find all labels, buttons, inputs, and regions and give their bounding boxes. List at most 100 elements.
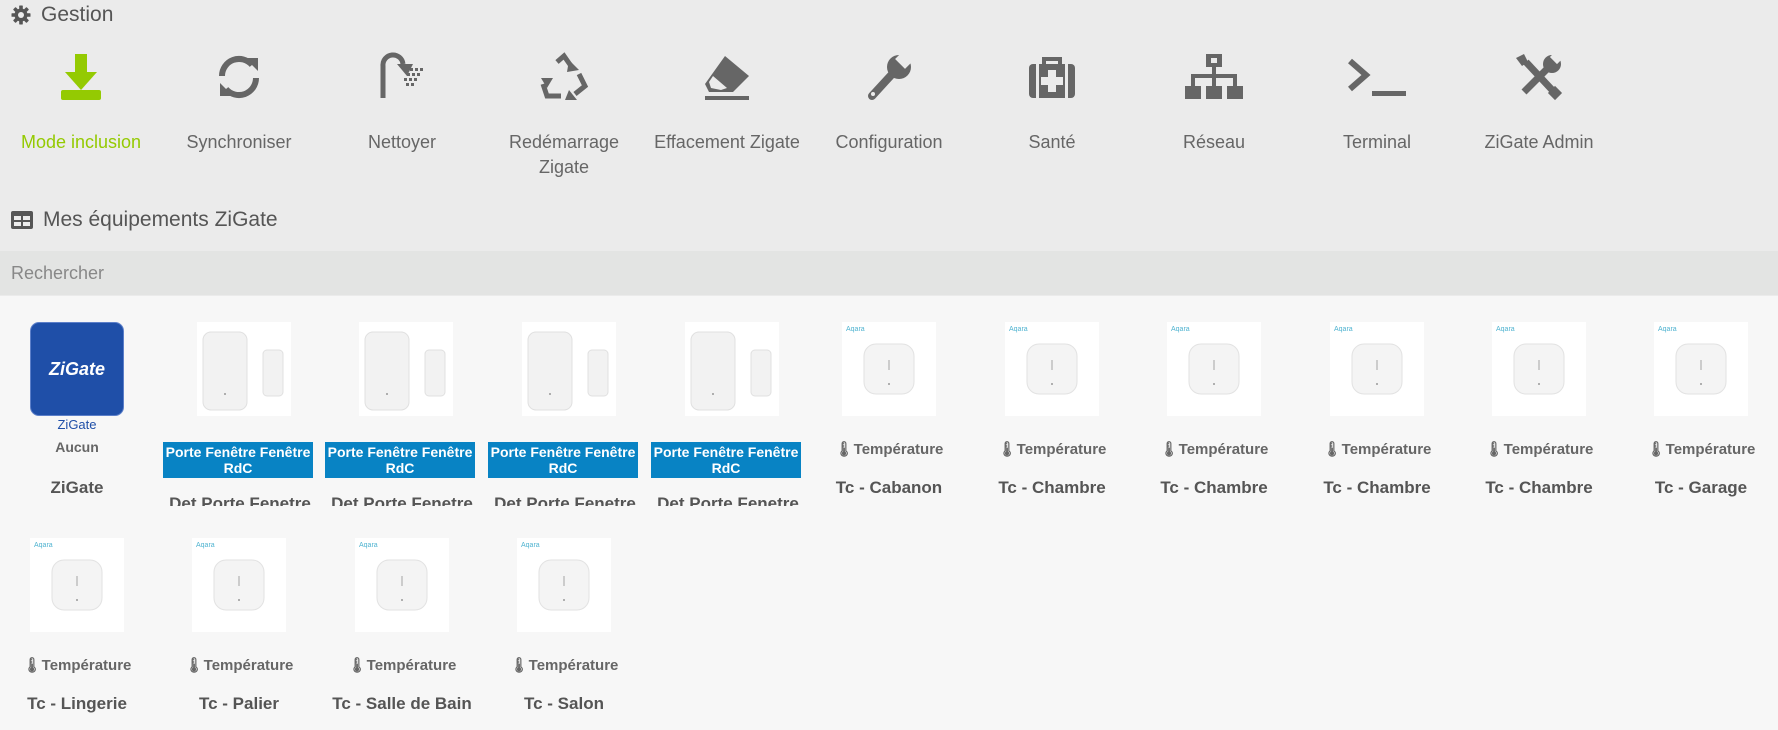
- medkit-icon: [1029, 57, 1075, 98]
- temperature-badge-text: Température: [366, 657, 457, 674]
- object-badge: Porte Fenêtre Fenêtre RdC: [163, 442, 313, 478]
- synchroniser-button[interactable]: Synchroniser: [158, 48, 320, 155]
- object-badge-text: Porte Fenêtre Fenêtre RdC: [653, 444, 799, 476]
- temperature-device-card[interactable]: Aqara 🌡Température Tc - Chambre: [1458, 322, 1620, 502]
- wrench-icon: [868, 52, 914, 100]
- temperature-badge: 🌡Température: [834, 441, 944, 458]
- temperature-badge: 🌡Température: [1322, 441, 1432, 458]
- device-name: Tc - Garage: [1654, 478, 1748, 497]
- gestion-heading: Gestion: [11, 3, 113, 27]
- device-name: Tc - Chambre: [1323, 478, 1431, 497]
- equipements-title: Mes équipements ZiGate: [43, 208, 278, 231]
- temperature-badge-text: Température: [1665, 441, 1756, 458]
- temperature-sensor-image: Aqara: [355, 538, 449, 632]
- temperature-device-card[interactable]: Aqara 🌡Température Tc - Palier: [158, 538, 320, 718]
- mode-inclusion-button[interactable]: Mode inclusion: [0, 48, 162, 155]
- cog-icon: [11, 5, 31, 25]
- device-name: Tc - Chambre: [998, 478, 1106, 497]
- sante-label: Santé: [1028, 132, 1076, 152]
- temperature-badge-text: Température: [1016, 441, 1107, 458]
- temperature-badge-text: Température: [853, 441, 944, 458]
- zigate-device-card[interactable]: ZiGate ZiGate Aucun ZiGate: [0, 322, 162, 502]
- table-icon: [11, 211, 33, 229]
- svg-text:Aqara: Aqara: [1334, 326, 1353, 333]
- door-device-card[interactable]: Porte Fenêtre Fenêtre RdC Det Porte Fene…: [651, 322, 813, 506]
- temperature-badge: 🌡Température: [22, 657, 132, 674]
- door-sensor-image: [359, 322, 453, 416]
- temperature-badge-text: Température: [1503, 441, 1594, 458]
- device-name: Det Porte Fenetre: [331, 494, 473, 506]
- temperature-badge-text: Température: [41, 657, 132, 674]
- configuration-button[interactable]: Configuration: [808, 48, 970, 155]
- device-name: Tc - Palier: [199, 694, 279, 713]
- temperature-badge: 🌡Température: [1646, 441, 1756, 458]
- nettoyer-button[interactable]: Nettoyer: [321, 48, 483, 155]
- device-name: Tc - Salon: [524, 694, 604, 713]
- temperature-badge: 🌡Température: [997, 441, 1107, 458]
- effacement-zigate-label: Effacement Zigate: [654, 132, 800, 152]
- object-badge-text: Porte Fenêtre Fenêtre RdC: [327, 444, 473, 476]
- temperature-device-card[interactable]: Aqara 🌡Température Tc - Chambre: [1133, 322, 1295, 502]
- terminal-label: Terminal: [1342, 132, 1412, 152]
- temperature-device-card[interactable]: Aqara 🌡Température Tc - Lingerie: [0, 538, 162, 718]
- temperature-sensor-image: Aqara: [517, 538, 611, 632]
- temperature-device-card[interactable]: Aqara 🌡Température Tc - Salon: [483, 538, 645, 718]
- terminal-button[interactable]: Terminal: [1296, 48, 1458, 155]
- zigate-protocol: Aucun: [55, 439, 99, 455]
- zigate-admin-button[interactable]: ZiGate Admin: [1458, 48, 1620, 155]
- svg-text:Aqara: Aqara: [1009, 326, 1028, 333]
- tools-icon: [1516, 52, 1564, 101]
- svg-text:Aqara: Aqara: [846, 326, 865, 333]
- redemarrage-zigate-button[interactable]: Redémarrage Zigate: [483, 48, 645, 180]
- temperature-device-card[interactable]: Aqara 🌡Température Tc - Chambre: [1296, 322, 1458, 502]
- temperature-sensor-image: Aqara: [30, 538, 124, 632]
- temperature-sensor-image: Aqara: [842, 322, 936, 416]
- temperature-badge-text: Température: [528, 657, 619, 674]
- configuration-label: Configuration: [835, 132, 943, 152]
- object-badge: Porte Fenêtre Fenêtre RdC: [325, 442, 475, 478]
- svg-text:Aqara: Aqara: [359, 542, 378, 549]
- device-name: Det Porte Fenetre: [169, 494, 311, 506]
- svg-text:Aqara: Aqara: [1658, 326, 1677, 333]
- sante-button[interactable]: Santé: [971, 48, 1133, 155]
- sync-icon: [218, 55, 260, 99]
- door-device-card[interactable]: Porte Fenêtre Fenêtre RdC Det Porte Fene…: [488, 322, 650, 506]
- temperature-badge: 🌡Température: [1484, 441, 1594, 458]
- temperature-device-card[interactable]: Aqara 🌡Température Tc - Garage: [1620, 322, 1778, 502]
- temperature-badge-text: Température: [203, 657, 294, 674]
- download-icon: [61, 54, 101, 100]
- reseau-button[interactable]: Réseau: [1133, 48, 1295, 155]
- device-name: Tc - Salle de Bain: [332, 694, 472, 713]
- svg-text:Aqara: Aqara: [34, 542, 53, 549]
- zigate-admin-label: ZiGate Admin: [1484, 132, 1594, 152]
- device-name: Tc - Lingerie: [27, 694, 127, 713]
- device-name: ZiGate: [50, 478, 104, 497]
- temperature-sensor-image: Aqara: [1005, 322, 1099, 416]
- temperature-sensor-image: Aqara: [1492, 322, 1586, 416]
- temperature-badge: 🌡Température: [509, 657, 619, 674]
- temperature-sensor-image: Aqara: [192, 538, 286, 632]
- svg-text:Aqara: Aqara: [196, 542, 215, 549]
- network-icon: [1185, 54, 1243, 99]
- door-device-card[interactable]: Porte Fenêtre Fenêtre RdC Det Porte Fene…: [325, 322, 487, 506]
- temperature-device-card[interactable]: Aqara 🌡Température Tc - Salle de Bain: [321, 538, 483, 718]
- search-input[interactable]: [0, 251, 1778, 295]
- mode-inclusion-label: Mode inclusion: [20, 132, 142, 152]
- temperature-badge: 🌡Température: [184, 657, 294, 674]
- svg-text:Aqara: Aqara: [521, 542, 540, 549]
- temperature-device-card[interactable]: Aqara 🌡Température Tc - Chambre: [971, 322, 1133, 502]
- door-sensor-image: [685, 322, 779, 416]
- door-sensor-image: [197, 322, 291, 416]
- temperature-sensor-image: Aqara: [1654, 322, 1748, 416]
- temperature-sensor-image: Aqara: [1330, 322, 1424, 416]
- temperature-badge-text: Température: [1341, 441, 1432, 458]
- door-sensor-image: [522, 322, 616, 416]
- reseau-label: Réseau: [1182, 132, 1246, 152]
- temperature-device-card[interactable]: Aqara 🌡Température Tc - Cabanon: [808, 322, 970, 502]
- zigate-logo-text: ZiGate: [48, 358, 105, 379]
- zigate-subtitle: ZiGate: [57, 417, 97, 432]
- door-device-card[interactable]: Porte Fenêtre Fenêtre RdC Det Porte Fene…: [163, 322, 325, 506]
- gestion-title: Gestion: [41, 3, 114, 26]
- device-name: Tc - Cabanon: [835, 478, 943, 497]
- effacement-zigate-button[interactable]: Effacement Zigate: [646, 48, 808, 155]
